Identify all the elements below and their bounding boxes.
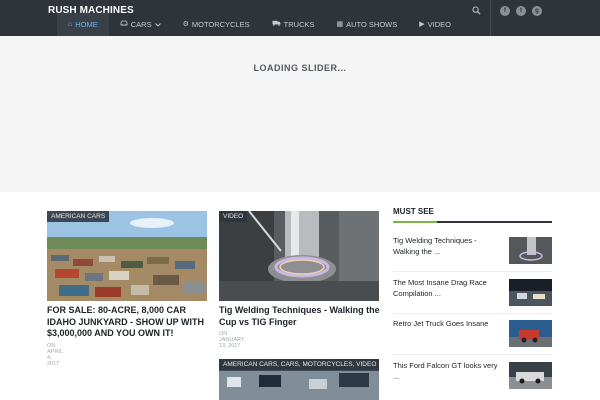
nav-item-video[interactable]: ▶ VIDEO — [408, 13, 462, 36]
post-thumbnail[interactable]: VIDEO — [219, 211, 379, 301]
nav-item-label: AUTO SHOWS — [346, 20, 398, 29]
nav-item-label: TRUCKS — [283, 20, 315, 29]
must-see-title[interactable]: The Most Insane Drag Race Compilation ..… — [393, 278, 505, 299]
chevron-down-icon — [154, 13, 161, 36]
must-see-thumbnail[interactable] — [509, 279, 552, 306]
divider — [393, 313, 552, 314]
post-thumbnail[interactable]: AMERICAN CARS — [47, 211, 207, 301]
nav-item-home[interactable]: ⌂ HOME — [57, 13, 109, 36]
must-see-title[interactable]: Tig Welding Techniques - Walking the ... — [393, 236, 505, 257]
post-thumbnail[interactable]: AMERICAN CARS, CARS, MOTORCYCLES, VIDEO — [219, 359, 379, 400]
google-plus-icon[interactable]: g — [532, 6, 542, 16]
featured-slider: LOADING SLIDER... — [0, 36, 600, 192]
must-see-heading: MUST SEE — [393, 207, 434, 216]
divider — [393, 271, 552, 272]
nav-item-auto-shows[interactable]: ▦ AUTO SHOWS — [326, 13, 409, 36]
twitter-icon[interactable]: t — [516, 6, 526, 16]
search-icon[interactable] — [472, 6, 481, 17]
nav-item-cars[interactable]: CARS — [109, 13, 172, 36]
must-see-thumbnail[interactable] — [509, 320, 552, 347]
post-date: ON JANUARY 13, 2017 — [219, 331, 245, 349]
main-menu: ⌂ HOME CARS ⚙ MOTORCYCLES TRUCKS ▦ AUTO … — [57, 13, 462, 36]
post-title[interactable]: Tig Welding Techniques - Walking the Cup… — [219, 305, 382, 328]
post-date: ON APRIL 4, 2017 — [47, 343, 63, 367]
top-navigation-bar: RUSH MACHINES ⌂ HOME CARS ⚙ MOTORCYCLES … — [0, 0, 600, 36]
home-icon: ⌂ — [68, 21, 73, 28]
post-title[interactable]: FOR SALE: 80-ACRE, 8,000 CAR IDAHO JUNKY… — [47, 305, 210, 340]
nav-item-motorcycles[interactable]: ⚙ MOTORCYCLES — [172, 13, 261, 36]
must-see-thumbnail[interactable] — [509, 362, 552, 389]
nav-item-trucks[interactable]: TRUCKS — [261, 13, 326, 36]
nav-item-label: CARS — [130, 20, 152, 29]
calendar-icon: ▦ — [336, 21, 344, 28]
post-category-badge[interactable]: AMERICAN CARS, CARS, MOTORCYCLES, VIDEO — [219, 359, 379, 370]
play-icon: ▶ — [419, 21, 425, 28]
must-see-title[interactable]: Retro Jet Truck Goes Insane — [393, 319, 505, 330]
post-category-badge[interactable]: VIDEO — [219, 211, 248, 222]
car-icon — [120, 13, 128, 36]
nav-item-label: VIDEO — [427, 20, 451, 29]
divider — [393, 354, 552, 355]
post-category-badge[interactable]: AMERICAN CARS — [47, 211, 110, 222]
facebook-icon[interactable]: f — [500, 6, 510, 16]
heading-underline — [393, 221, 552, 223]
nav-item-label: HOME — [75, 20, 98, 29]
slider-loading-text: LOADING SLIDER... — [253, 63, 347, 73]
motorcycle-icon: ⚙ — [182, 21, 189, 28]
must-see-title[interactable]: This Ford Falcon GT looks very ... — [393, 361, 505, 382]
truck-icon — [272, 13, 281, 36]
nav-item-label: MOTORCYCLES — [191, 20, 250, 29]
must-see-thumbnail[interactable] — [509, 237, 552, 264]
header-divider — [490, 0, 491, 36]
